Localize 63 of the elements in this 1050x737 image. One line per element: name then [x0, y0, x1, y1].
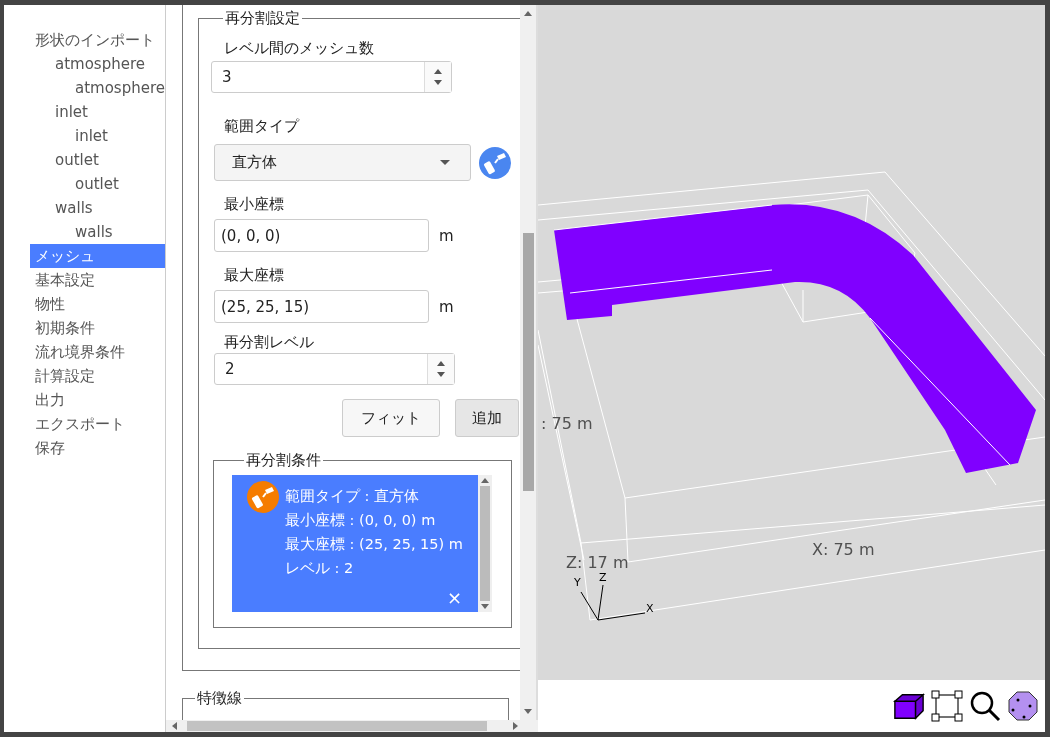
sidebar-item[interactable]: 形状のインポート [30, 28, 165, 52]
action-button[interactable]: 追加 [455, 399, 519, 437]
number-input[interactable]: 2 [214, 353, 455, 385]
sidebar-item[interactable]: atmosphere [30, 52, 165, 76]
field-label: 最小座標 [224, 194, 285, 215]
field-label: 範囲タイプ [224, 116, 301, 137]
number-input[interactable]: 3 [211, 61, 452, 93]
group-legend: 再分割設定 [223, 9, 302, 27]
sidebar-item[interactable]: 出力 [30, 388, 165, 412]
sidebar-item[interactable]: walls [30, 196, 165, 220]
sidebar-item[interactable]: エクスポート [30, 412, 165, 436]
sidebar-item[interactable]: inlet [30, 124, 165, 148]
group-legend: 特徴線 [195, 689, 244, 707]
region-type-dropdown[interactable]: 直方体 [214, 144, 471, 181]
field-label: レベル間のメッシュ数 [224, 38, 375, 59]
sidebar-item[interactable]: 物性 [30, 292, 165, 316]
unit-label: m [439, 226, 454, 245]
search-icon[interactable] [969, 690, 1001, 722]
sidebar-item[interactable]: outlet [30, 148, 165, 172]
3d-viewport[interactable]: : 75 m Z: 17 m X: 75 m Y Z X [538, 5, 1045, 680]
sidebar-item[interactable]: 計算設定 [30, 364, 165, 388]
sidebar-item[interactable]: メッシュ [30, 244, 165, 268]
max-coordinate-input[interactable]: (25, 25, 15) [214, 290, 429, 323]
down-arrow-icon[interactable] [434, 80, 442, 85]
sidebar-item[interactable]: outlet [30, 172, 165, 196]
down-arrow-icon[interactable] [437, 372, 445, 377]
condition-text: 最小座標 : (0, 0, 0) m [285, 511, 437, 530]
group-legend: 再分割条件 [244, 451, 323, 469]
up-arrow-icon[interactable] [437, 361, 445, 366]
horizontal-scrollbar[interactable] [166, 720, 538, 732]
vertical-scrollbar[interactable] [520, 5, 538, 720]
cube-icon[interactable] [893, 690, 925, 722]
condition-list-item[interactable]: 範囲タイプ : 直方体 最小座標 : (0, 0, 0) m 最大座標 : (25, 25, 15) m レベル : 2 × [232, 475, 478, 612]
action-button[interactable]: フィット [342, 399, 440, 437]
condition-text: 範囲タイプ : 直方体 [285, 487, 421, 506]
polyhedron-icon[interactable] [1007, 690, 1039, 722]
axis-label: Y [574, 576, 581, 589]
sidebar-item[interactable]: walls [30, 220, 165, 244]
sidebar-item[interactable]: 保存 [30, 436, 165, 460]
axis-label: Z [599, 571, 607, 584]
paint-roller-icon [247, 481, 279, 513]
paint-roller-icon[interactable] [479, 146, 511, 179]
min-coordinate-input[interactable]: (0, 0, 0) [214, 219, 429, 252]
close-button[interactable]: × [446, 588, 462, 608]
sidebar-item[interactable]: atmosphere [30, 76, 165, 100]
dimension-label: : 75 m [541, 414, 593, 433]
condition-text: レベル : 2 [285, 559, 355, 578]
up-arrow-icon[interactable] [434, 69, 442, 74]
field-label: 再分割レベル [224, 332, 315, 353]
dimension-label: X: 75 m [812, 540, 875, 559]
sidebar-item[interactable]: 基本設定 [30, 268, 165, 292]
axis-triad-icon [580, 584, 646, 621]
axis-label: X [646, 602, 654, 615]
list-scrollbar[interactable] [478, 475, 492, 612]
sidebar-item[interactable]: inlet [30, 100, 165, 124]
field-label: 最大座標 [224, 265, 285, 286]
unit-label: m [439, 297, 454, 316]
sidebar-item[interactable]: 流れ境界条件 [30, 340, 165, 364]
caret-icon [440, 160, 450, 165]
fit-selection-icon[interactable] [931, 690, 963, 722]
dimension-label: Z: 17 m [566, 553, 629, 572]
condition-text: 最大座標 : (25, 25, 15) m [285, 535, 463, 554]
sidebar-item[interactable]: 初期条件 [30, 316, 165, 340]
